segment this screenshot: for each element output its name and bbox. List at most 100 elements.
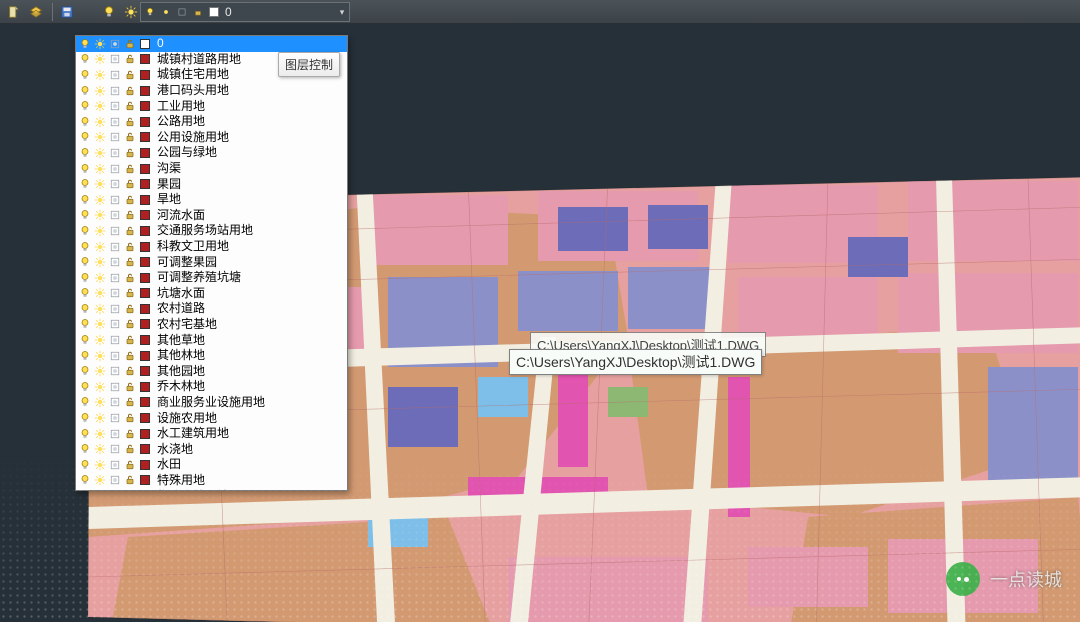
sun-icon[interactable] — [93, 177, 107, 191]
viewport-freeze-icon[interactable] — [108, 37, 122, 51]
viewport-freeze-icon[interactable] — [108, 364, 122, 378]
viewport-freeze-icon[interactable] — [108, 68, 122, 82]
lock-open-icon[interactable] — [123, 37, 137, 51]
sun-icon[interactable] — [93, 271, 107, 285]
layer-row[interactable]: 0 — [76, 36, 347, 52]
bulb-icon[interactable] — [78, 52, 92, 66]
bulb-icon[interactable] — [78, 442, 92, 456]
lock-open-icon[interactable] — [123, 193, 137, 207]
layer-color-swatch[interactable] — [138, 364, 152, 378]
lock-open-icon[interactable] — [123, 364, 137, 378]
viewport-freeze-icon[interactable] — [108, 130, 122, 144]
lock-open-icon[interactable] — [123, 395, 137, 409]
sun-icon[interactable] — [93, 473, 107, 487]
bulb-icon[interactable] — [78, 473, 92, 487]
bulb-icon[interactable] — [78, 84, 92, 98]
layer-row[interactable]: 果园 — [76, 176, 347, 192]
bulb-icon[interactable] — [78, 162, 92, 176]
layer-row[interactable]: 公路用地 — [76, 114, 347, 130]
layer-color-swatch[interactable] — [138, 68, 152, 82]
bulb-icon[interactable] — [78, 411, 92, 425]
viewport-freeze-icon[interactable] — [108, 177, 122, 191]
layer-row[interactable]: 商业服务业设施用地 — [76, 395, 347, 411]
layer-color-swatch[interactable] — [138, 162, 152, 176]
bulb-icon[interactable] — [78, 68, 92, 82]
viewport-freeze-icon[interactable] — [108, 427, 122, 441]
layer-color-swatch[interactable] — [138, 302, 152, 316]
lock-open-icon[interactable] — [123, 302, 137, 316]
lock-open-icon[interactable] — [123, 224, 137, 238]
layer-row[interactable]: 设施农用地 — [76, 410, 347, 426]
layer-row[interactable]: 水田 — [76, 457, 347, 473]
lock-open-icon[interactable] — [123, 458, 137, 472]
viewport-freeze-icon[interactable] — [108, 240, 122, 254]
layer-row[interactable]: 可调整果园 — [76, 254, 347, 270]
layer-row[interactable]: 科教文卫用地 — [76, 239, 347, 255]
lock-open-icon[interactable] — [123, 99, 137, 113]
lock-open-icon[interactable] — [123, 208, 137, 222]
bulb-icon[interactable] — [78, 286, 92, 300]
viewport-freeze-icon[interactable] — [108, 473, 122, 487]
layer-row[interactable]: 沟渠 — [76, 161, 347, 177]
bulb-icon[interactable] — [78, 193, 92, 207]
bulb-icon[interactable] — [78, 271, 92, 285]
bulb-icon[interactable] — [78, 302, 92, 316]
layer-color-swatch[interactable] — [138, 240, 152, 254]
layer-row[interactable]: 其他园地 — [76, 363, 347, 379]
viewport-freeze-icon[interactable] — [108, 84, 122, 98]
layer-color-swatch[interactable] — [138, 271, 152, 285]
sun-icon[interactable] — [93, 130, 107, 144]
toolbar-btn-b[interactable] — [26, 2, 46, 22]
layer-row[interactable]: 公用设施用地 — [76, 130, 347, 146]
sun-icon[interactable] — [93, 255, 107, 269]
viewport-freeze-icon[interactable] — [108, 489, 122, 490]
viewport-freeze-icon[interactable] — [108, 146, 122, 160]
bulb-icon[interactable] — [78, 208, 92, 222]
lock-open-icon[interactable] — [123, 271, 137, 285]
lock-open-icon[interactable] — [123, 146, 137, 160]
bulb-icon[interactable] — [78, 489, 92, 490]
lock-open-icon[interactable] — [123, 68, 137, 82]
bulb-icon[interactable] — [78, 146, 92, 160]
layer-color-swatch[interactable] — [138, 380, 152, 394]
lock-open-icon[interactable] — [123, 333, 137, 347]
layer-color-swatch[interactable] — [138, 37, 152, 51]
layer-color-swatch[interactable] — [138, 317, 152, 331]
lock-open-icon[interactable] — [123, 115, 137, 129]
bulb-icon[interactable] — [78, 37, 92, 51]
bulb-icon[interactable] — [78, 364, 92, 378]
bulb-icon[interactable] — [78, 317, 92, 331]
sun-icon[interactable] — [93, 208, 107, 222]
viewport-freeze-icon[interactable] — [108, 442, 122, 456]
layer-row[interactable]: 港口码头用地 — [76, 83, 347, 99]
layer-color-swatch[interactable] — [138, 411, 152, 425]
bulb-icon[interactable] — [78, 255, 92, 269]
lock-open-icon[interactable] — [123, 427, 137, 441]
layer-color-swatch[interactable] — [138, 99, 152, 113]
viewport-freeze-icon[interactable] — [108, 395, 122, 409]
toolbar-btn-a[interactable] — [4, 2, 24, 22]
sun-icon[interactable] — [93, 411, 107, 425]
sun-icon[interactable] — [93, 317, 107, 331]
sun-icon[interactable] — [93, 193, 107, 207]
viewport-freeze-icon[interactable] — [108, 333, 122, 347]
layer-row[interactable]: 其他草地 — [76, 332, 347, 348]
sun-icon[interactable] — [93, 458, 107, 472]
layer-color-swatch[interactable] — [138, 349, 152, 363]
lock-open-icon[interactable] — [123, 411, 137, 425]
lock-open-icon[interactable] — [123, 255, 137, 269]
lock-open-icon[interactable] — [123, 349, 137, 363]
bulb-icon[interactable] — [78, 115, 92, 129]
sun-icon[interactable] — [93, 380, 107, 394]
layer-color-swatch[interactable] — [138, 395, 152, 409]
toolbar-btn-c[interactable] — [57, 2, 77, 22]
layer-row[interactable]: 河流水面 — [76, 208, 347, 224]
lock-open-icon[interactable] — [123, 130, 137, 144]
sun-icon[interactable] — [93, 395, 107, 409]
lock-open-icon[interactable] — [123, 317, 137, 331]
lock-open-icon[interactable] — [123, 489, 137, 490]
sun-icon[interactable] — [93, 99, 107, 113]
layer-color-swatch[interactable] — [138, 130, 152, 144]
layer-color-swatch[interactable] — [138, 52, 152, 66]
viewport-freeze-icon[interactable] — [108, 349, 122, 363]
